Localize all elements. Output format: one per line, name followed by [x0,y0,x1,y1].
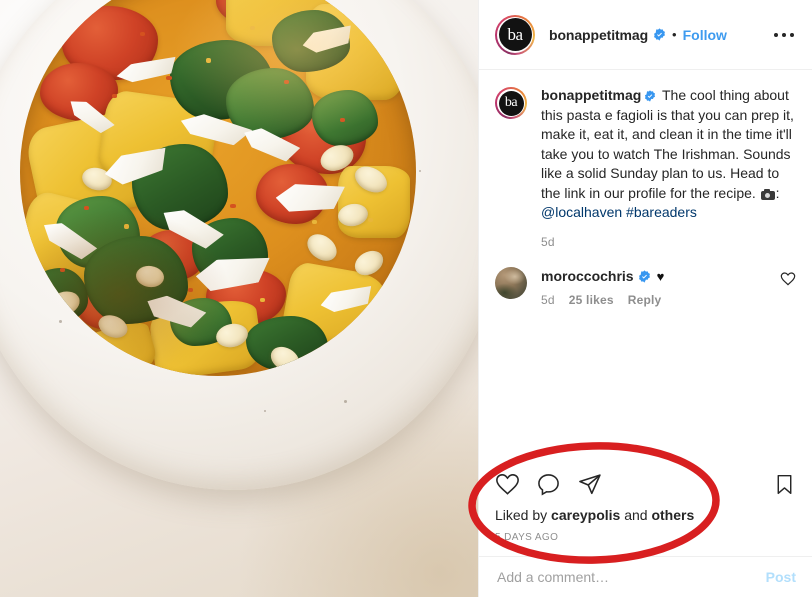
comment-input[interactable] [495,568,758,586]
more-options-icon[interactable] [770,25,798,45]
likes-others[interactable]: others [651,507,694,523]
soup-contents [20,0,416,376]
post-actions-area: Liked by careypolis and others 5 DAYS AG… [479,458,812,556]
caption-body-text: The cool thing about this pasta e fagiol… [541,87,794,201]
verified-badge-icon [645,90,656,102]
post-media-photo[interactable] [0,0,478,597]
comment-item: moroccochris ♥ 5d 25 likes Reply [495,266,796,307]
caption-timestamp: 5d [541,234,555,249]
commenter-avatar[interactable] [495,266,527,299]
instagram-post-screenshot: ba bonappetitmag • Follow ba bonappetitm… [0,0,812,597]
likes-prefix: Liked by [495,507,552,523]
likes-middle: and [620,507,652,523]
avatar-inner: ba [497,16,533,53]
comment-meta: 5d 25 likes Reply [541,293,772,307]
follow-button[interactable]: Follow [683,27,727,43]
heart-outline-icon[interactable] [495,472,520,497]
comment-line: moroccochris ♥ [541,267,772,286]
comment-timestamp: 5d [541,292,555,307]
header-username[interactable]: bonappetitmag [549,27,648,43]
post-actions-row [495,458,796,504]
comment-text: ♥ [656,268,665,284]
caption-colon: : [775,184,780,201]
avatar-logo-text: ba [498,18,532,51]
comment-main: moroccochris ♥ 5d 25 likes Reply [541,267,772,307]
comment-reply-button[interactable]: Reply [628,293,662,307]
comment-likes-count[interactable]: 25 likes [569,293,614,307]
caption-avatar[interactable]: ba [495,87,527,119]
post-header: ba bonappetitmag • Follow [479,0,812,70]
avatar[interactable]: ba [495,14,535,55]
caption-block: ba bonappetitmag The cool thing about th… [495,86,796,223]
caption-username[interactable]: bonappetitmag [541,87,641,103]
caption-avatar-ring: ba [495,87,527,119]
post-comments-area: ba bonappetitmag The cool thing about th… [479,70,812,458]
comment-input-row: Post [479,556,812,597]
camera-emoji-icon [760,188,775,200]
heart-outline-icon[interactable] [780,271,796,287]
header-separator: • [672,27,677,42]
caption-mention[interactable]: @localhaven [541,204,622,220]
bookmark-outline-icon[interactable] [773,472,796,497]
post-age: 5 DAYS AGO [495,532,559,543]
caption-avatar-inner: ba [497,89,525,117]
caption-avatar-logo-text: ba [498,90,524,116]
comment-username[interactable]: moroccochris [541,267,634,286]
likes-username[interactable]: careypolis [551,507,620,523]
verified-badge-icon [654,28,666,41]
likes-summary: Liked by careypolis and others [495,506,796,524]
caption-hashtag[interactable]: #bareaders [626,204,697,220]
food-photo-canvas [0,0,478,597]
post-details-panel: ba bonappetitmag • Follow ba bonappetitm… [478,0,812,597]
ceramic-bowl [0,0,478,490]
comment-bubble-icon[interactable] [536,472,561,497]
header-identity: bonappetitmag • Follow [549,27,770,43]
caption-text: bonappetitmag The cool thing about this … [541,86,796,223]
share-paper-plane-icon[interactable] [577,472,602,497]
post-comment-button[interactable]: Post [758,565,796,589]
verified-badge-icon [638,269,650,283]
